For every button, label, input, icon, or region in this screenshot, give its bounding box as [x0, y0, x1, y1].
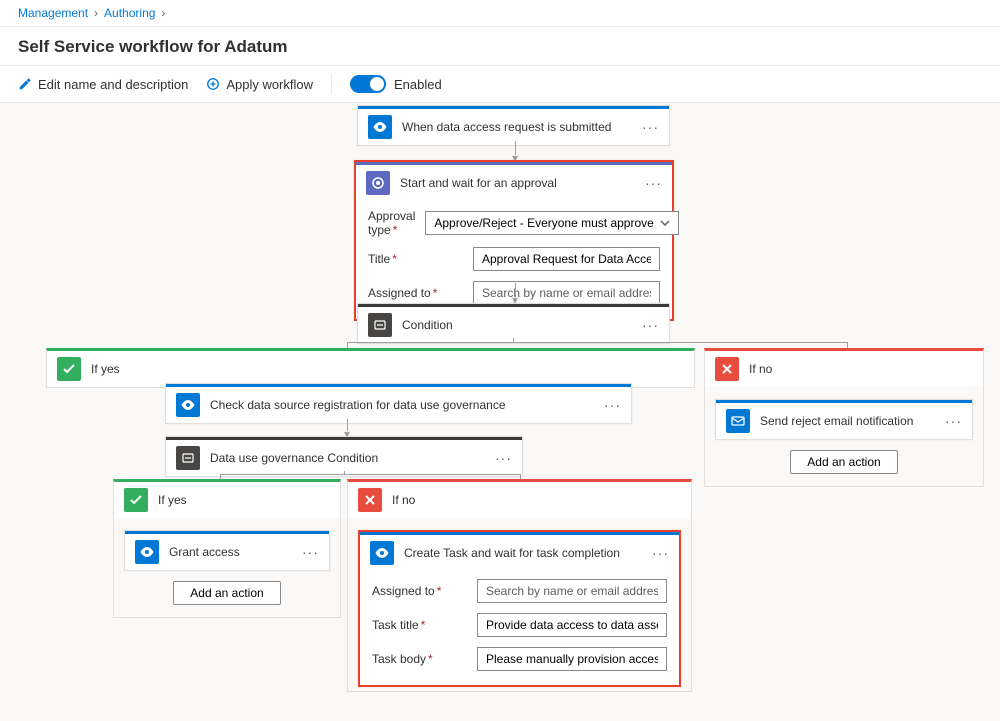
task-title-label: Task title* — [372, 618, 467, 632]
condition-icon — [368, 313, 392, 337]
if-no-branch: If no Send reject email notification ···… — [704, 348, 984, 487]
chevron-icon: › — [161, 6, 165, 20]
enabled-toggle[interactable]: Enabled — [350, 75, 442, 93]
create-task-title: Create Task and wait for task completion — [404, 546, 620, 560]
check-registration-card[interactable]: Check data source registration for data … — [165, 383, 632, 424]
toggle-thumb — [370, 77, 384, 91]
eye-icon — [368, 115, 392, 139]
approval-type-label: Approval type* — [368, 209, 415, 237]
task-title-input[interactable] — [477, 613, 667, 637]
title-bar: Self Service workflow for Adatum — [0, 27, 1000, 66]
more-icon[interactable]: ··· — [604, 397, 621, 413]
edit-name-label: Edit name and description — [38, 77, 188, 92]
breadcrumb-authoring[interactable]: Authoring — [104, 6, 155, 20]
eye-icon — [135, 540, 159, 564]
task-body-label: Task body* — [372, 652, 467, 666]
breadcrumb-management[interactable]: Management — [18, 6, 88, 20]
workflow-canvas: When data access request is submitted ··… — [0, 103, 1000, 721]
more-icon[interactable]: ··· — [645, 175, 662, 191]
check-icon — [124, 488, 148, 512]
apply-icon — [206, 77, 220, 91]
check-icon — [57, 357, 81, 381]
gov-condition-title: Data use governance Condition — [210, 451, 378, 465]
more-icon[interactable]: ··· — [652, 545, 669, 561]
more-icon[interactable]: ··· — [642, 119, 659, 135]
trigger-card[interactable]: When data access request is submitted ··… — [357, 105, 670, 146]
grant-access-title: Grant access — [169, 545, 240, 559]
approval-type-select[interactable]: Approve/Reject - Everyone must approve — [425, 211, 679, 235]
inner-if-yes-label: If yes — [158, 493, 187, 507]
close-icon — [358, 488, 382, 512]
mail-icon — [726, 409, 750, 433]
trigger-title: When data access request is submitted — [402, 120, 611, 134]
apply-workflow-button[interactable]: Apply workflow — [206, 77, 313, 92]
more-icon[interactable]: ··· — [945, 413, 962, 429]
approval-title: Start and wait for an approval — [400, 176, 557, 190]
create-task-card[interactable]: Create Task and wait for task completion… — [358, 530, 681, 687]
more-icon[interactable]: ··· — [642, 317, 659, 333]
inner-if-yes-branch: If yes Grant access ··· Add an action — [113, 479, 341, 618]
task-assigned-input[interactable] — [477, 579, 667, 603]
if-yes-label: If yes — [91, 362, 120, 376]
inner-if-no-branch: If no Create Task and wait for task comp… — [347, 479, 692, 692]
approval-icon — [366, 171, 390, 195]
chevron-icon: › — [94, 6, 98, 20]
task-assigned-label: Assigned to* — [372, 584, 467, 598]
more-icon[interactable]: ··· — [495, 450, 512, 466]
grant-access-card[interactable]: Grant access ··· — [124, 530, 330, 571]
task-body-input[interactable] — [477, 647, 667, 671]
edit-name-button[interactable]: Edit name and description — [18, 77, 188, 92]
close-icon — [715, 357, 739, 381]
toolbar: Edit name and description Apply workflow… — [0, 66, 1000, 103]
approval-title-input[interactable] — [473, 247, 660, 271]
condition-icon — [176, 446, 200, 470]
approval-assigned-label: Assigned to* — [368, 286, 463, 300]
divider — [331, 74, 332, 94]
add-action-button[interactable]: Add an action — [790, 450, 897, 474]
more-icon[interactable]: ··· — [302, 544, 319, 560]
eye-icon — [370, 541, 394, 565]
eye-icon — [176, 393, 200, 417]
approval-assigned-input[interactable] — [473, 281, 660, 305]
reject-email-title: Send reject email notification — [760, 414, 913, 428]
edit-icon — [18, 77, 32, 91]
toggle-track[interactable] — [350, 75, 386, 93]
approval-title-label: Title* — [368, 252, 463, 266]
enabled-label: Enabled — [394, 77, 442, 92]
add-action-button[interactable]: Add an action — [173, 581, 280, 605]
page-title: Self Service workflow for Adatum — [18, 37, 982, 57]
reject-email-card[interactable]: Send reject email notification ··· — [715, 399, 973, 440]
breadcrumb: Management › Authoring › — [0, 0, 1000, 27]
if-yes-branch: If yes — [46, 348, 695, 388]
check-registration-title: Check data source registration for data … — [210, 398, 506, 412]
condition-title: Condition — [402, 318, 453, 332]
apply-workflow-label: Apply workflow — [226, 77, 313, 92]
inner-if-no-label: If no — [392, 493, 415, 507]
if-no-label: If no — [749, 362, 772, 376]
